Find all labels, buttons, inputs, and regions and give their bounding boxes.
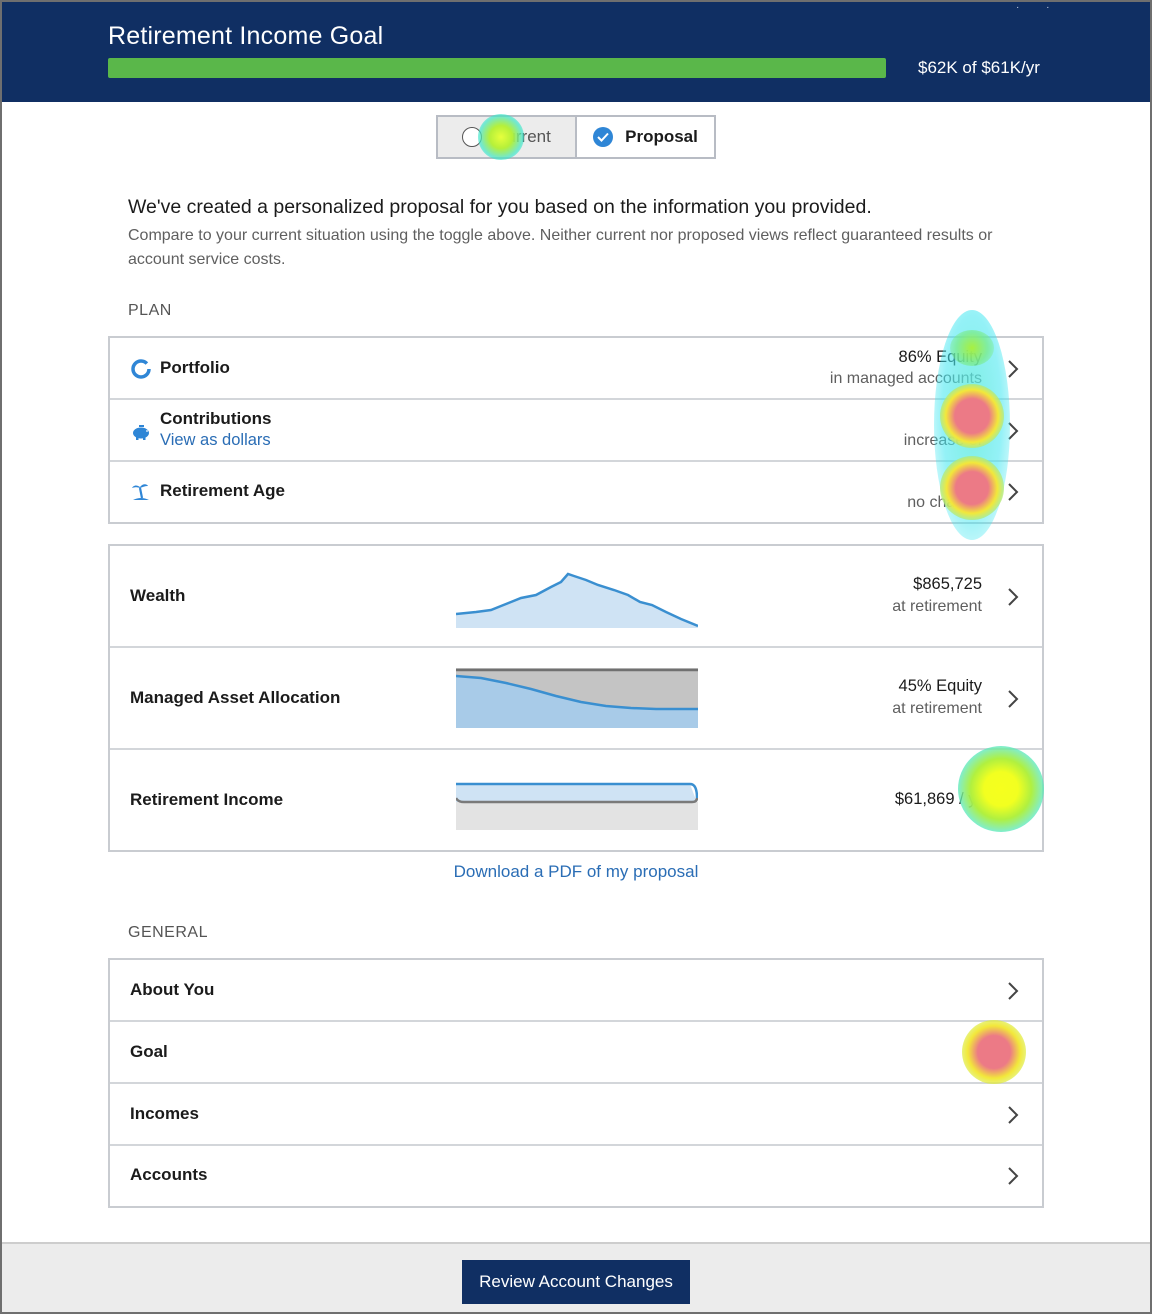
allocation-sparkline [456, 668, 698, 728]
projection-value-sub: at retirement [892, 700, 982, 717]
general-item-about-you[interactable]: About You [110, 960, 1042, 1022]
chevron-right-icon [1008, 1044, 1019, 1062]
current-proposal-toggle[interactable]: Current Proposal [436, 115, 716, 159]
plan-item-value-sub: increase of [903, 432, 982, 449]
donut-icon [130, 358, 152, 380]
plan-item-contributions[interactable]: Contributions View as dollars 11% increa… [110, 400, 1042, 462]
chevron-right-icon [1008, 483, 1019, 501]
footer-bar: Review Account Changes [0, 1242, 1152, 1314]
general-item-incomes[interactable]: Incomes [110, 1084, 1042, 1146]
projection-label: Wealth [130, 586, 186, 605]
plan-item-label: Portfolio [160, 358, 230, 377]
chevron-right-icon [1008, 1167, 1019, 1185]
plan-section-label: PLAN [128, 302, 172, 319]
goal-progress-bar [108, 58, 886, 78]
toggle-proposal-label: Proposal [625, 127, 698, 146]
goal-progress-fill [108, 58, 886, 78]
chevron-right-icon [1008, 422, 1019, 440]
download-pdf-link[interactable]: Download a PDF of my proposal [0, 862, 1152, 882]
general-item-label: About You [130, 980, 215, 999]
plan-item-portfolio[interactable]: Portfolio 86% Equity in managed accounts [110, 338, 1042, 400]
plan-item-label: Contributions [160, 409, 272, 428]
intro-subtext: Compare to your current situation using … [128, 227, 993, 268]
general-item-label: Goal [130, 1042, 168, 1061]
plan-item-value: 11% [950, 410, 982, 428]
toggle-proposal[interactable]: Proposal [577, 117, 714, 157]
plan-item-value-sub: no change [907, 494, 982, 511]
palm-tree-icon [130, 481, 152, 503]
general-section-label: GENERAL [128, 924, 208, 941]
plan-item-label: Retirement Age [160, 481, 286, 500]
toggle-current-label: Current [494, 127, 551, 146]
projection-value: $61,869 / yr [894, 790, 982, 808]
page-title: Retirement Income Goal [108, 22, 384, 50]
chevron-right-icon [1008, 360, 1019, 378]
general-card: About You Goal Incomes Accounts [108, 958, 1044, 1208]
general-item-goal[interactable]: Goal [110, 1022, 1042, 1084]
projection-allocation[interactable]: Managed Asset Allocation 45% Equity at r… [110, 648, 1042, 750]
plan-item-value: 86% Equity [898, 348, 982, 366]
goal-progress-text: $62K of $61K/yr [918, 58, 1040, 77]
plan-item-retirement-age[interactable]: Retirement Age no change [110, 462, 1042, 522]
projection-income[interactable]: Retirement Income $61,869 / yr [110, 750, 1042, 850]
general-item-accounts[interactable]: Accounts [110, 1146, 1042, 1206]
chevron-right-icon [1008, 1106, 1019, 1124]
checkmark-circle-icon [593, 127, 614, 147]
header-dots-icon: · · [1016, 2, 1062, 13]
radio-empty-icon [462, 127, 483, 147]
projection-label: Retirement Income [130, 790, 284, 809]
general-item-label: Accounts [130, 1165, 208, 1184]
view-as-dollars-link[interactable]: View as dollars [160, 431, 271, 450]
chevron-right-icon [1008, 690, 1019, 708]
projection-value: $865,725 [913, 575, 982, 593]
review-account-changes-button[interactable]: Review Account Changes [462, 1260, 690, 1304]
toggle-current[interactable]: Current [438, 117, 577, 157]
chevron-right-icon [1008, 982, 1019, 1000]
projections-card: Wealth $865,725 at retirement Managed As… [108, 544, 1044, 852]
general-item-label: Incomes [130, 1104, 199, 1123]
plan-item-value-sub: in managed accounts [829, 370, 982, 387]
income-sparkline [456, 782, 698, 830]
wealth-sparkline [456, 572, 698, 628]
projection-label: Managed Asset Allocation [130, 688, 341, 707]
projection-wealth[interactable]: Wealth $865,725 at retirement [110, 546, 1042, 648]
projection-value: 45% Equity [898, 677, 982, 695]
projection-value-sub: at retirement [892, 598, 982, 615]
plan-card: Portfolio 86% Equity in managed accounts… [108, 336, 1044, 524]
piggy-bank-icon [130, 420, 152, 442]
chevron-right-icon [1008, 588, 1019, 606]
intro-heading: We've created a personalized proposal fo… [128, 196, 872, 218]
goal-header: Retirement Income Goal · · $62K of $61K/… [0, 0, 1152, 102]
